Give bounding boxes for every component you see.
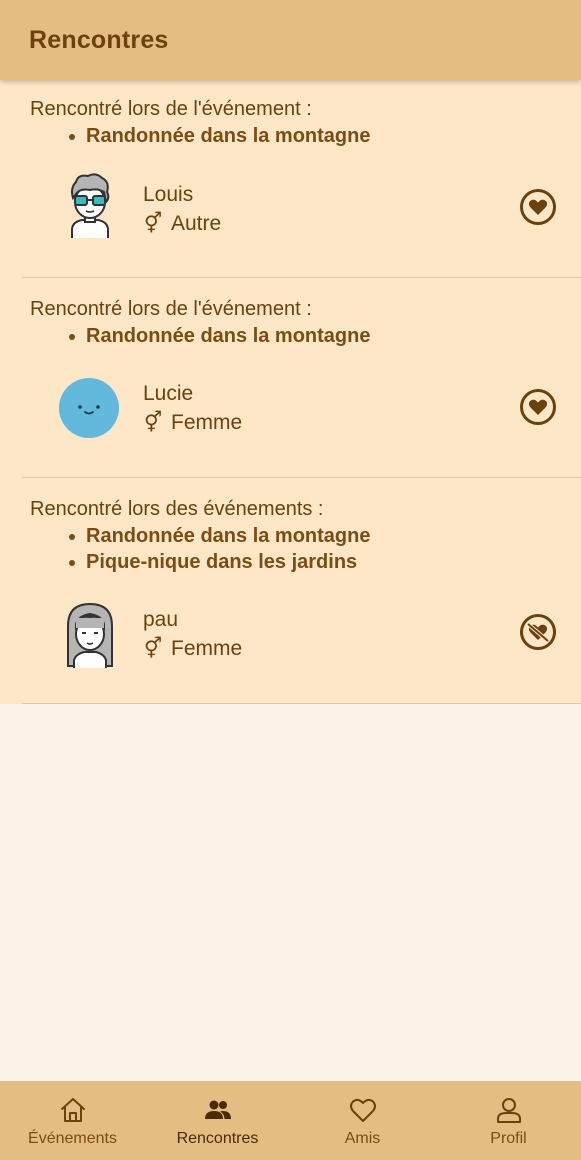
event-heading: Rencontré lors de l'événement : [30, 98, 312, 120]
person-icon [497, 1098, 521, 1123]
nav-label: Rencontres [176, 1130, 259, 1147]
nav-item-profil[interactable]: Profil [436, 1081, 581, 1160]
avatar [71, 173, 110, 238]
gender-symbol-icon: ⚥ [143, 638, 163, 660]
person-name: Lucie [143, 382, 194, 405]
matches-list: Rencontré lors de l'événement : Randonné… [0, 80, 581, 704]
match-card[interactable]: Rencontré lors de l'événement : Randonné… [0, 80, 581, 278]
people-icon [205, 1100, 231, 1119]
divider [22, 703, 581, 704]
person-name: pau [143, 608, 179, 631]
gender-label: Autre [171, 212, 222, 235]
event-item: Pique-nique dans les jardins [68, 549, 370, 575]
nav-item-events[interactable]: Événements [0, 1081, 145, 1160]
event-heading: Rencontré lors des événements : [30, 498, 324, 520]
home-icon [61, 1098, 85, 1122]
app-root: Rencontres Rencontré lors de l'événement… [0, 0, 581, 1160]
gender-symbol-icon: ⚥ [143, 213, 163, 235]
page-title: Rencontres [29, 26, 169, 54]
nav-label: Événements [28, 1130, 117, 1147]
match-card[interactable]: Rencontré lors des événements : Randonné… [0, 478, 581, 704]
nav-item-rencontres[interactable]: Rencontres [145, 1081, 290, 1160]
event-item: Randonnée dans la montagne [68, 323, 370, 349]
avatar [59, 378, 119, 438]
gender-row: ⚥ Femme [143, 410, 242, 435]
gender-row: ⚥ Femme [143, 636, 242, 661]
heart-filled-icon[interactable] [519, 388, 557, 426]
avatar [67, 602, 113, 668]
event-list: Randonnée dans la montagne [68, 323, 370, 349]
gender-symbol-icon: ⚥ [143, 412, 163, 434]
nav-label: Amis [344, 1130, 381, 1147]
event-heading: Rencontré lors de l'événement : [30, 298, 312, 320]
nav-label: Profil [490, 1130, 527, 1147]
gender-label: Femme [171, 637, 243, 660]
app-bar: Rencontres [0, 0, 581, 80]
person-name: Louis [143, 183, 194, 206]
event-item: Randonnée dans la montagne [68, 123, 370, 149]
event-item: Randonnée dans la montagne [68, 523, 370, 549]
event-list: Randonnée dans la montagne [68, 123, 370, 149]
heart-crossed-icon[interactable] [519, 613, 557, 651]
match-card[interactable]: Rencontré lors de l'événement : Randonné… [0, 278, 581, 478]
heart-outline-icon [350, 1098, 376, 1122]
event-list: Randonnée dans la montagne Pique-nique d… [68, 523, 370, 575]
bottom-navigation: Événements Rencontres Amis Profil [0, 1081, 581, 1160]
gender-row: ⚥ Autre [143, 211, 221, 236]
heart-filled-icon[interactable] [519, 188, 557, 226]
gender-label: Femme [171, 411, 243, 434]
nav-item-amis[interactable]: Amis [290, 1081, 435, 1160]
